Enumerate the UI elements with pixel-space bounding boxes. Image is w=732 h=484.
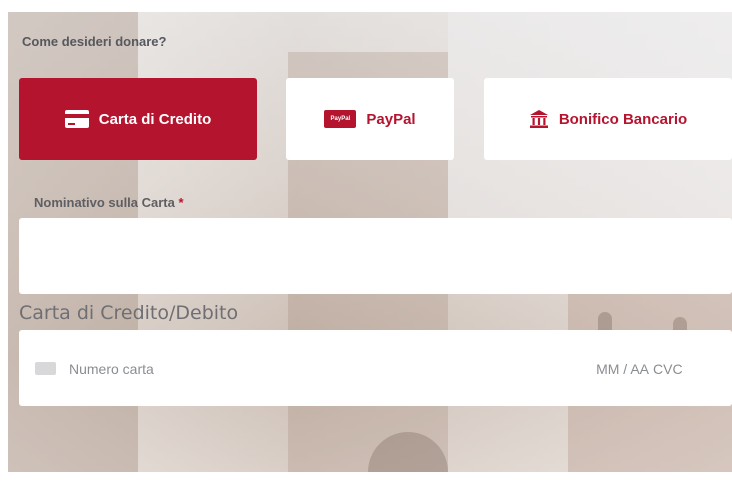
paypal-method-label: PayPal (366, 110, 416, 128)
cardholder-name-input[interactable] (19, 218, 732, 294)
donation-form-panel: Come desideri donare? Carta di Credito P… (8, 12, 732, 472)
card-cvc-input[interactable] (651, 356, 695, 382)
credit-card-icon (64, 110, 89, 128)
cardholder-name-label: Nominativo sulla Carta * (34, 195, 184, 210)
paypal-method-button[interactable]: PayPal PayPal (286, 78, 454, 160)
required-asterisk: * (178, 195, 184, 210)
paypal-icon: PayPal (324, 110, 357, 128)
card-number-input[interactable] (67, 356, 371, 382)
cardholder-name-label-text: Nominativo sulla Carta (34, 195, 175, 210)
credit-card-method-button[interactable]: Carta di Credito (19, 78, 257, 160)
card-placeholder-icon (35, 362, 56, 375)
bank-transfer-method-label: Bonifico Bancario (558, 110, 688, 128)
card-details-field (19, 330, 732, 406)
donation-method-question: Come desideri donare? (22, 34, 167, 49)
bank-transfer-method-button[interactable]: Bonifico Bancario (484, 78, 732, 160)
card-expiry-input[interactable] (575, 356, 651, 382)
credit-card-method-label: Carta di Credito (98, 110, 212, 128)
card-section-title: Carta di Credito/Debito (19, 302, 239, 324)
bank-icon (529, 110, 548, 128)
